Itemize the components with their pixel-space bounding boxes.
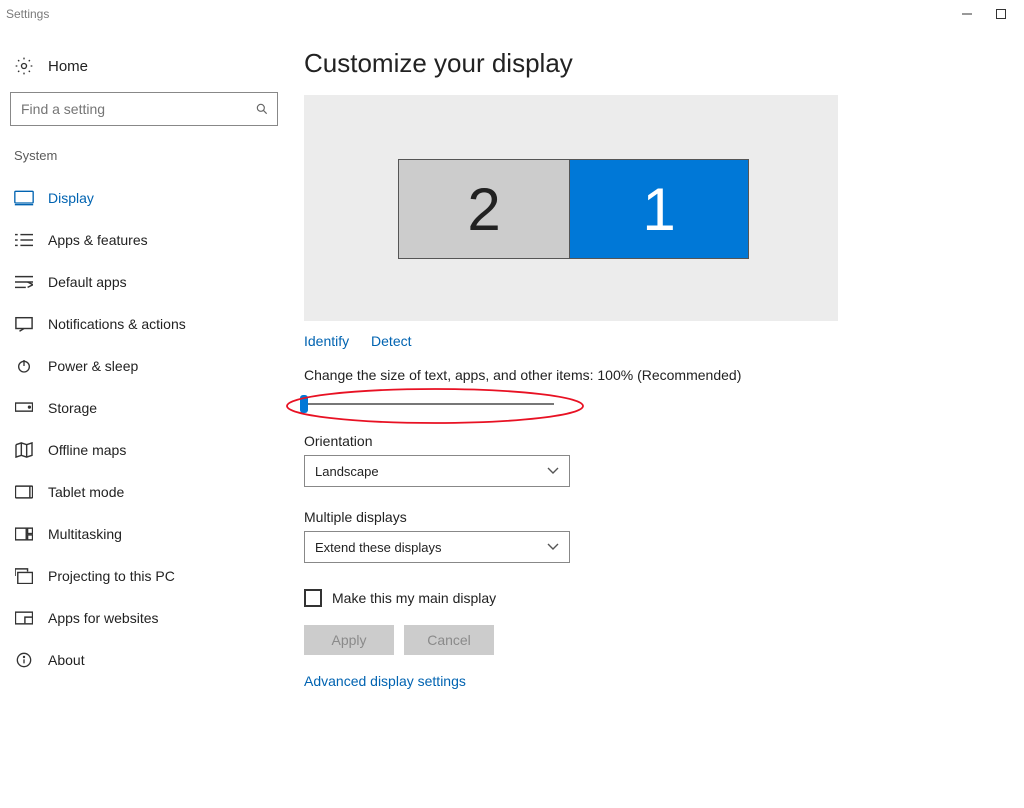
- slider-thumb[interactable]: [300, 395, 308, 413]
- scale-slider[interactable]: [280, 387, 590, 423]
- nav-item-storage[interactable]: Storage: [10, 387, 278, 429]
- storage-icon: [14, 398, 34, 418]
- checkbox-label: Make this my main display: [332, 590, 496, 606]
- nav-label: Projecting to this PC: [48, 568, 175, 584]
- nav-label: Default apps: [48, 274, 127, 290]
- orientation-label: Orientation: [304, 433, 1024, 449]
- title-bar: Settings: [0, 0, 1024, 28]
- monitor-1[interactable]: 1: [569, 159, 749, 259]
- annotation-ellipse: [280, 387, 590, 429]
- nav-label: Multitasking: [48, 526, 122, 542]
- multi-displays-value: Extend these displays: [315, 540, 441, 555]
- multi-displays-select[interactable]: Extend these displays: [304, 531, 570, 563]
- nav-label: Notifications & actions: [48, 316, 186, 332]
- cancel-button[interactable]: Cancel: [404, 625, 494, 655]
- monitor-number: 2: [467, 175, 500, 244]
- nav-item-default-apps[interactable]: Default apps: [10, 261, 278, 303]
- detect-link[interactable]: Detect: [371, 333, 411, 349]
- search-icon: [255, 102, 269, 116]
- sidebar: Home System Display: [0, 28, 288, 689]
- nav-label: Apps & features: [48, 232, 148, 248]
- display-icon: [14, 188, 34, 208]
- monitor-number: 1: [642, 175, 675, 244]
- advanced-settings-link[interactable]: Advanced display settings: [304, 673, 466, 689]
- orientation-value: Landscape: [315, 464, 379, 479]
- multi-displays-label: Multiple displays: [304, 509, 1024, 525]
- window-title: Settings: [6, 7, 49, 21]
- list-icon: [14, 230, 34, 250]
- nav-item-tablet-mode[interactable]: Tablet mode: [10, 471, 278, 513]
- orientation-select[interactable]: Landscape: [304, 455, 570, 487]
- nav-item-apps-websites[interactable]: Apps for websites: [10, 597, 278, 639]
- search-input[interactable]: [19, 100, 255, 118]
- multitask-icon: [14, 524, 34, 544]
- home-label: Home: [48, 58, 88, 75]
- nav-item-display[interactable]: Display: [10, 177, 278, 219]
- about-icon: [14, 650, 34, 670]
- nav-label: Power & sleep: [48, 358, 138, 374]
- notifications-icon: [14, 314, 34, 334]
- main-display-checkbox[interactable]: Make this my main display: [304, 589, 1024, 607]
- section-label: System: [14, 148, 278, 163]
- nav-label: Offline maps: [48, 442, 126, 458]
- checkbox-box[interactable]: [304, 589, 322, 607]
- projecting-icon: [14, 566, 34, 586]
- nav-label: Tablet mode: [48, 484, 124, 500]
- apply-button[interactable]: Apply: [304, 625, 394, 655]
- nav-item-projecting[interactable]: Projecting to this PC: [10, 555, 278, 597]
- monitor-2[interactable]: 2: [398, 159, 570, 259]
- power-icon: [14, 356, 34, 376]
- chevron-down-icon: [547, 467, 559, 475]
- identify-link[interactable]: Identify: [304, 333, 349, 349]
- display-arrangement[interactable]: 2 1: [304, 95, 838, 321]
- nav-label: About: [48, 652, 85, 668]
- button-label: Cancel: [427, 632, 471, 648]
- gear-icon: [14, 56, 34, 76]
- nav-item-power-sleep[interactable]: Power & sleep: [10, 345, 278, 387]
- maps-icon: [14, 440, 34, 460]
- defaults-icon: [14, 272, 34, 292]
- home-button[interactable]: Home: [10, 52, 278, 92]
- nav-item-notifications[interactable]: Notifications & actions: [10, 303, 278, 345]
- maximize-button[interactable]: [984, 2, 1018, 26]
- search-box[interactable]: [10, 92, 278, 126]
- minimize-button[interactable]: [950, 2, 984, 26]
- chevron-down-icon: [547, 543, 559, 551]
- nav-item-apps-features[interactable]: Apps & features: [10, 219, 278, 261]
- page-title: Customize your display: [304, 48, 1024, 79]
- nav-label: Display: [48, 190, 94, 206]
- nav-label: Storage: [48, 400, 97, 416]
- main-content: Customize your display 2 1 Identify Dete…: [288, 28, 1024, 689]
- nav-item-about[interactable]: About: [10, 639, 278, 681]
- tablet-icon: [14, 482, 34, 502]
- nav-item-multitasking[interactable]: Multitasking: [10, 513, 278, 555]
- nav-list: Display Apps & features Default apps: [10, 177, 278, 681]
- nav-item-offline-maps[interactable]: Offline maps: [10, 429, 278, 471]
- apps-websites-icon: [14, 608, 34, 628]
- scale-label: Change the size of text, apps, and other…: [304, 367, 1024, 383]
- button-label: Apply: [331, 632, 366, 648]
- slider-track: [304, 403, 554, 405]
- nav-label: Apps for websites: [48, 610, 159, 626]
